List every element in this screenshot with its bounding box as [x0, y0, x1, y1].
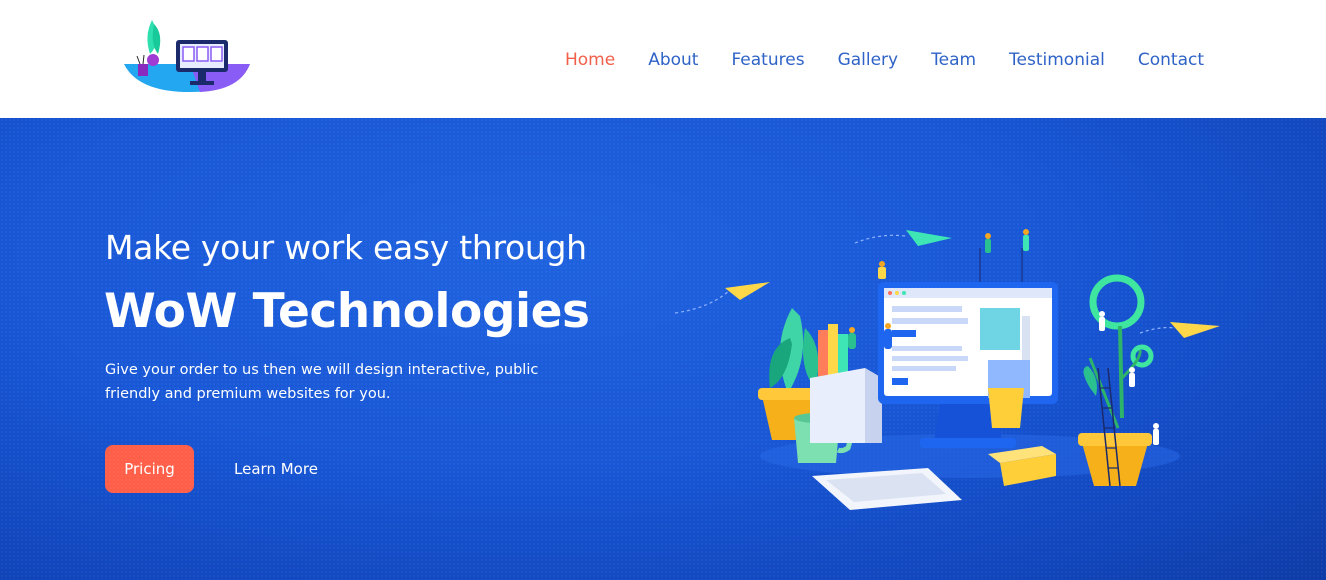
site-header: Home About Features Gallery Team Testimo…: [0, 0, 1326, 118]
nav-link-contact[interactable]: Contact: [1138, 50, 1204, 70]
nav-link-about[interactable]: About: [648, 50, 698, 70]
logo-icon[interactable]: [120, 14, 254, 94]
pricing-button[interactable]: Pricing: [105, 445, 194, 493]
nav-link-home[interactable]: Home: [565, 50, 615, 70]
nav-link-features[interactable]: Features: [731, 50, 804, 70]
main-nav: Home About Features Gallery Team Testimo…: [565, 50, 1204, 70]
hero-brand-title: WoW Technologies: [104, 284, 590, 339]
hero-section: Make your work easy through WoW Technolo…: [0, 118, 1326, 580]
hero-tagline: Make your work easy through: [105, 228, 587, 267]
web-design-illustration-icon: [670, 218, 1240, 538]
learn-more-button[interactable]: Learn More: [220, 445, 332, 493]
nav-link-testimonial[interactable]: Testimonial: [1009, 50, 1105, 70]
nav-link-gallery[interactable]: Gallery: [838, 50, 899, 70]
hero-description: Give your order to us then we will desig…: [105, 362, 539, 402]
nav-link-team[interactable]: Team: [931, 50, 976, 70]
